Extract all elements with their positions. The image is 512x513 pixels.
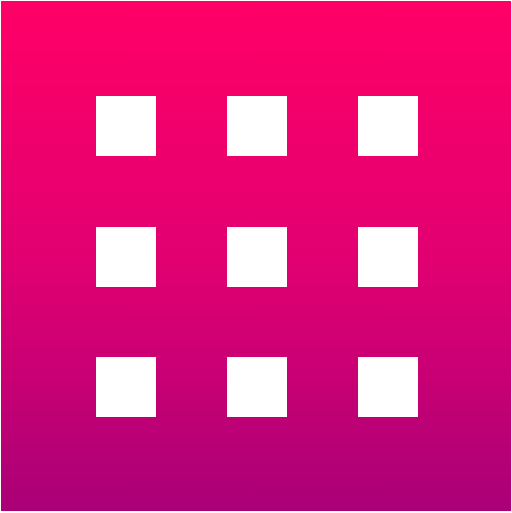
grid-square: [358, 96, 418, 156]
grid-square: [227, 357, 287, 417]
grid-square: [358, 357, 418, 417]
grid-icon: [1, 1, 512, 513]
app-icon: [0, 0, 512, 512]
grid-square: [96, 96, 156, 156]
grid-square: [227, 96, 287, 156]
grid-square: [96, 357, 156, 417]
grid-square: [358, 227, 418, 287]
grid-square: [96, 227, 156, 287]
grid-square: [227, 227, 287, 287]
